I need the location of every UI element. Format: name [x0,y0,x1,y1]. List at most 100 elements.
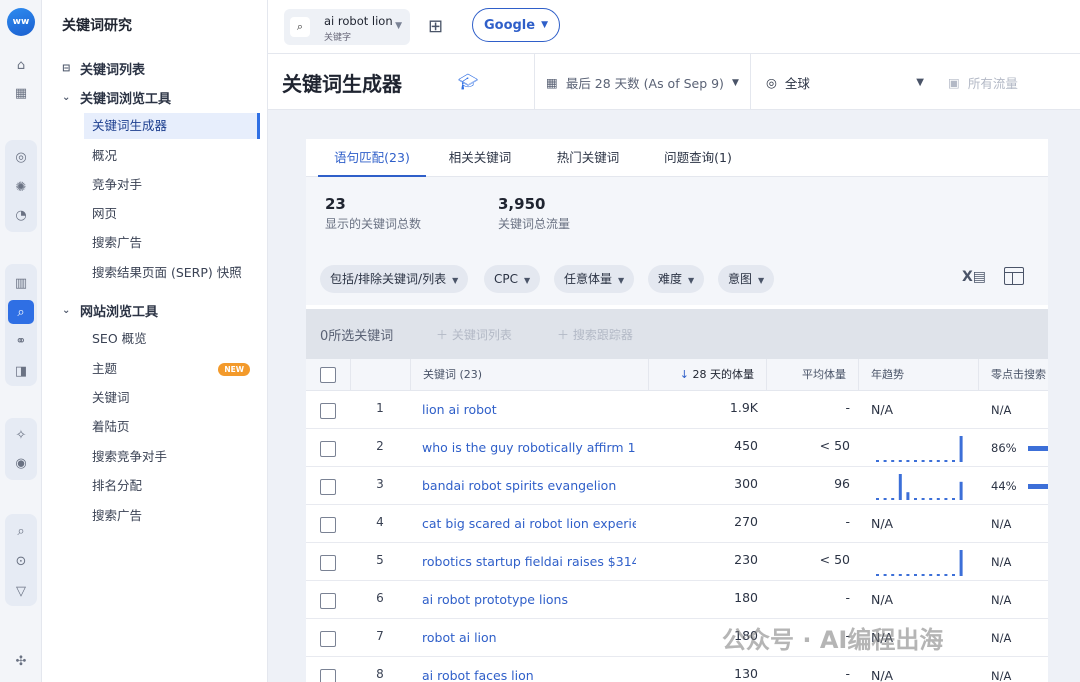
pie-chart-icon[interactable]: ◔ [10,204,32,226]
trend-bar [936,574,940,576]
date-range-select[interactable]: ▦ 最后 28 天数 (As of Sep 9) ▼ [546,73,739,92]
row-checkbox[interactable] [320,441,336,457]
row-checkbox[interactable] [320,403,336,419]
th-volume[interactable]: ↓ 28 天的体量 [648,359,766,391]
keyword-link[interactable]: ai robot prototype lions [422,581,636,619]
sidebar-item-serp-snapshot[interactable]: 搜索结果页面 (SERP) 快照 [84,260,260,286]
th-volume-label: 28 天的体量 [692,368,755,381]
select-all-checkbox[interactable] [320,367,336,383]
row-checkbox[interactable] [320,555,336,571]
filter-cpc[interactable]: CPC ▼ [484,265,541,293]
eye-icon[interactable]: ◉ [10,452,32,474]
region-label: 全球 [784,76,810,91]
sidebar-item-keyword-generator[interactable]: 关键词生成器 [84,113,260,139]
search-engine-button[interactable]: Google ▼ [472,8,560,42]
sidebar-item-landing-pages[interactable]: 着陆页 [84,414,260,440]
row-checkbox[interactable] [320,631,336,647]
home-icon[interactable]: ⌂ [10,54,32,76]
trend-bar [921,460,925,462]
keyword-link[interactable]: cat big scared ai robot lion experie… [422,505,636,543]
sparkle-icon[interactable]: ✧ [10,424,32,446]
sidebar-item-seo-overview[interactable]: SEO 概览 [84,326,260,352]
sidebar-item-topics[interactable]: 主题 NEW [84,356,260,382]
icon-rail: ww ⌂ ▦ ◎ ✺ ◔ ▥ ⌕ ⚭ ◨ ✧ ◉ ⌕ ⊙ ▽ ✣ [0,0,42,682]
sidebar-item-keywords[interactable]: 关键词 [84,385,260,411]
sidebar-section-keyword-list[interactable]: ⊟ 关键词列表 [62,59,145,78]
keyword-link[interactable]: ai robot faces lion [422,657,636,682]
table-row[interactable]: 3 bandai robot spirits evangelion 300 96 44% [306,467,1048,505]
tag-icon[interactable]: ◨ [10,360,32,382]
keyword-research-icon[interactable]: ⌕ [8,300,34,324]
trend-bar [914,460,917,462]
traffic-select[interactable]: ▣ 所有流量 [948,73,1018,92]
filter-volume[interactable]: 任意体量 ▼ [554,265,635,293]
table-row[interactable]: 6 ai robot prototype lions 180 - N/A N/A [306,581,1048,619]
trend-bar [906,574,910,576]
sidebar-item-rank-distribution[interactable]: 排名分配 [84,473,260,499]
brain-icon[interactable]: ✺ [10,176,32,198]
sidebar-item-search-ads[interactable]: 搜索广告 [84,230,260,256]
sidebar-item-search-competitors[interactable]: 搜索竞争对手 [84,444,260,470]
table-row[interactable]: 5 robotics startup fieldai raises $314… 23… [306,543,1048,581]
sidebar-item-competitors[interactable]: 竞争对手 [84,172,260,198]
table-row[interactable]: 4 cat big scared ai robot lion experie… 27… [306,505,1048,543]
caret-down-icon: ▼ [688,276,695,285]
filter-label: 意图 [728,272,753,286]
trend-bar [944,574,948,576]
table-row[interactable]: 1 lion ai robot 1.9K - N/A N/A [306,391,1048,429]
link-icon[interactable]: ⚭ [10,330,32,352]
th-average[interactable]: 平均体量 [766,359,858,391]
tab-phrase-match[interactable]: 语句匹配(23) [318,139,426,177]
graduation-cap-icon[interactable]: 🎓︎ [458,72,478,91]
trend-bar [921,498,925,500]
row-checkbox[interactable] [320,479,336,495]
keyword-link[interactable]: who is the guy robotically affirm 16… [422,429,636,467]
columns-icon[interactable] [1004,267,1024,285]
row-checkbox[interactable] [320,517,336,533]
app-logo-icon[interactable]: ww [7,8,35,36]
puzzle-icon[interactable]: ✣ [10,650,32,672]
sidebar-item-pages[interactable]: 网页 [84,201,260,227]
add-to-list-button[interactable]: ＋ 关键词列表 [436,326,512,343]
add-to-list-label: 关键词列表 [451,328,512,342]
filter-label: 包括/排除关键词/列表 [330,272,447,286]
th-zero-click[interactable]: 零点击搜索 [978,359,1048,391]
tab-related-keywords[interactable]: 相关关键词 [440,139,520,177]
trend-bar [959,550,963,576]
th-trend[interactable]: 年趋势 [858,359,978,391]
table-row[interactable]: 8 ai robot faces lion 130 - N/A N/A [306,657,1048,682]
filter-include-exclude[interactable]: 包括/排除关键词/列表 ▼ [320,265,469,293]
tab-questions[interactable]: 问题查询(1) [658,139,738,177]
row-checkbox[interactable] [320,593,336,609]
filter-label: CPC [494,272,518,286]
top-bar: ⌕ ai robot lion 关键字 ▼ ⊞ Google ▼ [268,0,1080,54]
keyword-link[interactable]: robotics startup fieldai raises $314… [422,543,636,581]
target-search-icon[interactable]: ⊙ [10,550,32,572]
keyword-search-box[interactable]: ⌕ ai robot lion 关键字 ▼ [284,9,410,45]
bar-chart-icon[interactable]: ▥ [10,272,32,294]
sidebar-item-overview[interactable]: 概况 [84,143,260,169]
add-to-tracker-button[interactable]: ＋ 搜索跟踪器 [557,326,633,343]
sidebar-item-site-search-ads[interactable]: 搜索广告 [84,503,260,529]
devices-icon: ▣ [948,75,960,90]
keyword-link[interactable]: robot ai lion [422,619,636,657]
table-row[interactable]: 2 who is the guy robotically affirm 16… 45… [306,429,1048,467]
keyword-link[interactable]: lion ai robot [422,391,636,429]
excel-export-icon[interactable]: X▤ [962,269,986,285]
dashboard-icon[interactable]: ▦ [10,82,32,104]
sidebar-section-site-browse[interactable]: ⌄ 网站浏览工具 [62,301,158,320]
row-checkbox[interactable] [320,669,336,682]
th-keyword[interactable]: 关键词 (23) [410,359,648,391]
sidebar-section-keyword-browse[interactable]: ⌄ 关键词浏览工具 [62,88,171,107]
compare-icon[interactable]: ⊞ [428,16,443,37]
caret-down-icon: ▼ [524,276,531,285]
tab-top-keywords[interactable]: 热门关键词 [548,139,628,177]
region-select[interactable]: ◎ 全球 ▼ [766,73,924,92]
volume-value: 1.9K [729,400,758,415]
search-chart-icon[interactable]: ⌕ [10,520,32,542]
keyword-link[interactable]: bandai robot spirits evangelion [422,467,636,505]
filter-intent[interactable]: 意图 ▼ [718,265,775,293]
filter-icon[interactable]: ▽ [10,580,32,602]
filter-difficulty[interactable]: 难度 ▼ [648,265,705,293]
globe-icon[interactable]: ◎ [10,146,32,168]
